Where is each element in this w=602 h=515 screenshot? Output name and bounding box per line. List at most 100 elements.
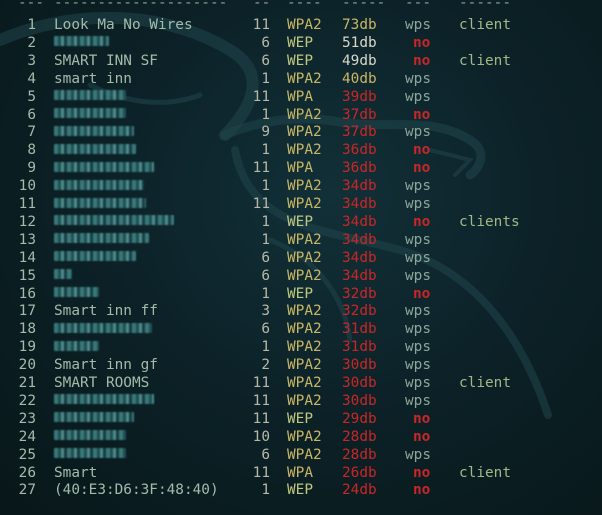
network-channel: 11 [252, 196, 270, 212]
header-name: -------------------- [54, 0, 228, 11]
network-power: 36db [342, 160, 377, 177]
airodump-terminal: --- -------------------- -- ---- ----- -… [0, 0, 602, 515]
network-index: 1 [27, 17, 36, 33]
network-index: 14 [18, 249, 36, 266]
network-essid [54, 195, 146, 213]
network-encryption: WPA2 [287, 428, 322, 445]
network-power: 36db [342, 142, 377, 159]
redacted-essid [54, 179, 144, 190]
network-encryption: WPA2 [287, 196, 322, 212]
redacted-essid [54, 36, 109, 47]
network-row: 8 1 WPA2 36db no [0, 141, 602, 159]
network-encryption: WPA [287, 88, 313, 105]
network-wps: wps [405, 124, 431, 141]
redacted-essid [54, 143, 136, 154]
network-power: 34db [342, 249, 377, 266]
network-encryption: WEP [287, 285, 313, 302]
network-power: 34db [342, 267, 377, 284]
network-encryption: WPA2 [287, 392, 322, 409]
network-wps: no [413, 160, 431, 177]
network-power: 37db [342, 106, 377, 123]
network-row: 17 Smart inn ff 3 WPA2 32db wps [0, 302, 602, 320]
network-row: 3 SMART INN SF 6 WEP 49db no client [0, 52, 602, 70]
network-row: 19 1 WPA2 31db wps [0, 338, 602, 356]
redacted-essid [54, 394, 154, 405]
network-index: 3 [27, 52, 36, 69]
network-encryption: WPA2 [287, 17, 322, 33]
header-clients: ------ [459, 0, 511, 11]
network-power: 31db [342, 321, 377, 338]
network-encryption: WPA2 [287, 178, 322, 195]
network-channel: 1 [261, 231, 270, 248]
network-index: 16 [18, 285, 36, 302]
network-power: 30db [342, 375, 377, 391]
network-essid [54, 446, 126, 464]
network-clients: client [459, 52, 511, 69]
header-separator-row: --- -------------------- -- ---- ----- -… [0, 0, 602, 12]
network-essid [54, 320, 152, 338]
network-power: 29db [342, 410, 377, 427]
network-row: 20 Smart inn gf 2 WPA2 30db wps [0, 356, 602, 374]
redacted-essid [54, 448, 126, 459]
network-power: 32db [342, 303, 377, 320]
header-ch: -- [253, 0, 271, 11]
network-index: 12 [18, 213, 36, 230]
network-encryption: WPA2 [287, 106, 322, 123]
network-channel: 2 [261, 357, 270, 374]
network-row: 18 6 WPA2 31db wps [0, 320, 602, 338]
network-encryption: WPA2 [287, 303, 322, 320]
redacted-essid [54, 108, 126, 118]
network-wps: no [413, 34, 431, 51]
network-clients: client [459, 464, 511, 481]
header-enc: ---- [287, 0, 322, 11]
network-index: 22 [18, 392, 36, 409]
network-essid [54, 88, 126, 106]
network-index: 18 [18, 321, 36, 338]
network-index: 8 [27, 142, 36, 159]
network-power: 40db [342, 70, 377, 87]
network-essid [54, 267, 72, 285]
network-wps: no [413, 106, 431, 123]
network-wps: wps [405, 357, 431, 374]
network-essid [54, 177, 144, 195]
network-clients: clients [459, 213, 520, 230]
redacted-essid [54, 233, 149, 244]
network-row: 15 6 WPA2 34db wps [0, 267, 602, 285]
network-row: 13 1 WPA2 34db wps [0, 231, 602, 249]
network-index: 11 [18, 196, 36, 212]
network-power: 34db [342, 213, 377, 230]
network-index: 20 [18, 357, 36, 374]
network-channel: 9 [261, 124, 270, 141]
network-index: 27 [18, 482, 36, 499]
network-essid: (40:E3:D6:3F:48:40) [54, 482, 219, 499]
network-power: 73db [342, 17, 377, 33]
redacted-essid [54, 322, 152, 333]
network-channel: 11 [252, 375, 270, 391]
network-row: 10 1 WPA2 34db wps [0, 177, 602, 195]
network-essid [54, 285, 99, 303]
network-row: 21 SMART ROOMS 11 WPA2 30db wps client [0, 374, 602, 392]
network-wps: no [413, 52, 431, 69]
network-power: 28db [342, 428, 377, 445]
network-essid [54, 34, 109, 52]
network-channel: 6 [261, 52, 270, 69]
header-pwr: ----- [342, 0, 386, 11]
network-essid [54, 410, 134, 428]
network-wps: wps [405, 88, 431, 105]
redacted-essid [54, 430, 126, 441]
network-encryption: WPA2 [287, 267, 322, 284]
network-channel: 1 [261, 178, 270, 195]
network-power: 28db [342, 446, 377, 463]
network-channel: 1 [261, 213, 270, 230]
network-essid: Smart [54, 464, 98, 481]
network-row: 16 1 WEP 32db no [0, 285, 602, 303]
network-encryption: WEP [287, 482, 313, 499]
redacted-essid [54, 125, 134, 136]
network-index: 5 [27, 88, 36, 105]
header-wps: --- [405, 0, 431, 11]
network-essid: SMART ROOMS [54, 375, 150, 391]
network-channel: 1 [261, 482, 270, 499]
network-index: 4 [27, 70, 36, 87]
network-power: 31db [342, 339, 377, 356]
network-wps: wps [405, 17, 431, 33]
